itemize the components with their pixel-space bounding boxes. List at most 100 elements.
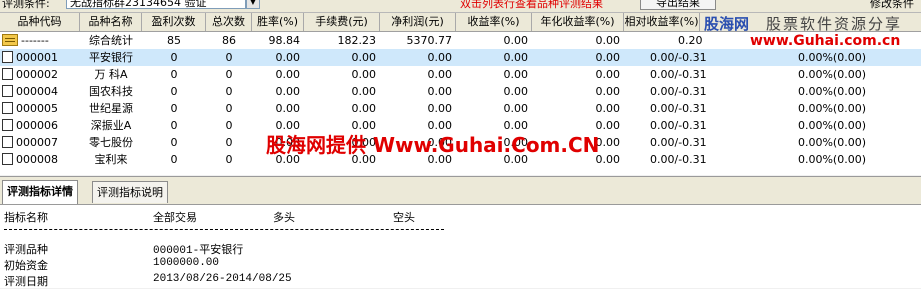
cell-text: 0.00	[351, 51, 377, 64]
logo-slogan: 股票软件资源分享	[766, 15, 903, 33]
cell-annual: 0.00	[532, 66, 624, 83]
cell-text: 0	[170, 51, 178, 64]
cell-annual: 0.00	[532, 32, 624, 49]
cell-text: 万 科A	[94, 68, 128, 81]
cell-text: 000005	[16, 102, 58, 115]
cell-text: 000001	[16, 51, 58, 64]
cell-text: 0.20	[678, 34, 703, 47]
cell-extra: 0.00%(0.00)	[770, 66, 870, 83]
col-header-fee[interactable]: 手续费(元)	[304, 13, 380, 31]
col-header-rate[interactable]: 胜率(%)	[252, 13, 304, 31]
cell-text: -------	[21, 34, 49, 47]
cell-text: 0.00	[275, 51, 301, 64]
col-header-code[interactable]: 品种代码	[0, 13, 80, 31]
cell-text: 0.00/-0.31	[650, 68, 707, 81]
cell-code: 000005	[0, 100, 80, 117]
modify-condition-button[interactable]: 修改条件	[870, 0, 914, 11]
cell-fee: 182.23	[304, 32, 380, 49]
cell-total: 86	[206, 32, 252, 49]
site-logo: 股海网 股票软件资源分享 www.Guhai.com.cn	[700, 13, 921, 53]
cell-text: 国农科技	[89, 85, 133, 98]
cell-text: 世纪星源	[89, 102, 133, 115]
cell-wins: 85	[142, 32, 206, 49]
cell-text: 0	[170, 153, 178, 166]
cell-code: 000002	[0, 66, 80, 83]
detail-header-long: 多头	[273, 213, 295, 225]
col-header-name[interactable]: 品种名称	[80, 13, 142, 31]
cell-annual: 0.00	[532, 83, 624, 100]
cell-name: 综合统计	[80, 32, 142, 49]
cell-text: 0	[170, 85, 178, 98]
cell-extra: 0.00%(0.00)	[770, 117, 870, 134]
cell-name: 世纪星源	[80, 100, 142, 117]
cell-text: 0.00	[595, 102, 621, 115]
table-row[interactable]: 000004 国农科技 0 0 0.00 0.00 0.00 0.00 0.00 0.00/-0.…	[0, 83, 921, 100]
cell-code: 000006	[0, 117, 80, 134]
col-header-profit[interactable]: 净利润(元)	[380, 13, 456, 31]
cell-text: 0.00	[275, 85, 301, 98]
document-icon	[2, 153, 13, 165]
col-header-relative[interactable]: 相对收益率(%)	[624, 13, 700, 31]
cell-text: 宝利来	[94, 153, 128, 166]
cell-wins: 0	[142, 134, 206, 151]
cell-ret: 0.00	[456, 49, 532, 66]
cell-text: 000007	[16, 136, 58, 149]
condition-select[interactable]: 无战指标群23134654 验证	[66, 0, 246, 9]
cell-text: 0.00	[503, 51, 529, 64]
cell-text: 0.00	[275, 102, 301, 115]
watermark-text: 股海网提供 Www.Guhai.Com.CN	[266, 133, 600, 157]
chevron-down-icon[interactable]: ▼	[246, 0, 260, 9]
cell-profit: 0.00	[380, 66, 456, 83]
cell-text: 0.00%(0.00)	[797, 102, 866, 115]
detail-value-symbol: 000001-平安银行	[153, 245, 244, 257]
cell-text: 0	[170, 102, 178, 115]
cell-relative: 0.00/-0.31	[648, 83, 768, 100]
col-header-annual[interactable]: 年化收益率(%)	[532, 13, 624, 31]
detail-label-capital: 初始资金	[4, 261, 48, 273]
cell-text: 0	[225, 68, 233, 81]
cell-text: 综合统计	[89, 34, 133, 47]
cell-text: 0.00	[595, 34, 621, 47]
logo-url: www.Guhai.com.cn	[750, 33, 901, 49]
cell-text: 0	[225, 51, 233, 64]
cell-extra: 0.00%(0.00)	[770, 151, 870, 168]
cell-text: 0.00	[427, 85, 453, 98]
document-icon	[2, 68, 13, 80]
hint-text: 双击列表行查看品种评测结果	[460, 0, 603, 10]
col-header-total[interactable]: 总次数	[206, 13, 252, 31]
cell-code: 000004	[0, 83, 80, 100]
cell-text: 0	[170, 119, 178, 132]
detail-divider	[4, 229, 444, 230]
condition-label: 评测条件:	[2, 0, 50, 10]
cell-profit: 0.00	[380, 83, 456, 100]
table-row[interactable]: 000005 世纪星源 0 0 0.00 0.00 0.00 0.00 0.00 0.00/-0.…	[0, 100, 921, 117]
cell-wins: 0	[142, 100, 206, 117]
cell-text: 0	[170, 68, 178, 81]
cell-extra: 0.00%(0.00)	[770, 100, 870, 117]
col-header-return[interactable]: 收益率(%)	[456, 13, 532, 31]
cell-text: 0	[225, 119, 233, 132]
document-icon	[2, 102, 13, 114]
cell-text: 0.00	[427, 51, 453, 64]
tab-indicator-description[interactable]: 评测指标说明	[92, 181, 168, 203]
cell-wins: 0	[142, 117, 206, 134]
detail-header-all: 全部交易	[153, 213, 197, 225]
cell-text: 0.00/-0.31	[650, 51, 707, 64]
cell-text: 0.00	[595, 85, 621, 98]
col-header-wins[interactable]: 盈利次数	[142, 13, 206, 31]
tab-indicator-details[interactable]: 评测指标详情	[2, 180, 78, 204]
cell-rate: 98.84	[252, 32, 304, 49]
cell-wins: 0	[142, 66, 206, 83]
cell-text: 0.00	[351, 68, 377, 81]
cell-name: 万 科A	[80, 66, 142, 83]
cell-ret: 0.00	[456, 32, 532, 49]
export-button[interactable]: 导出结果	[640, 0, 716, 10]
detail-value-capital: 1000000.00	[153, 257, 220, 269]
cell-wins: 0	[142, 49, 206, 66]
cell-text: 0.00%(0.00)	[797, 153, 866, 166]
cell-text: 0	[225, 136, 233, 149]
table-row[interactable]: 000002 万 科A 0 0 0.00 0.00 0.00 0.00 0.00 0.00/-0.…	[0, 66, 921, 83]
cell-text: 0.00	[427, 102, 453, 115]
cell-text: 0.00	[351, 85, 377, 98]
cell-text: 0.00	[595, 51, 621, 64]
